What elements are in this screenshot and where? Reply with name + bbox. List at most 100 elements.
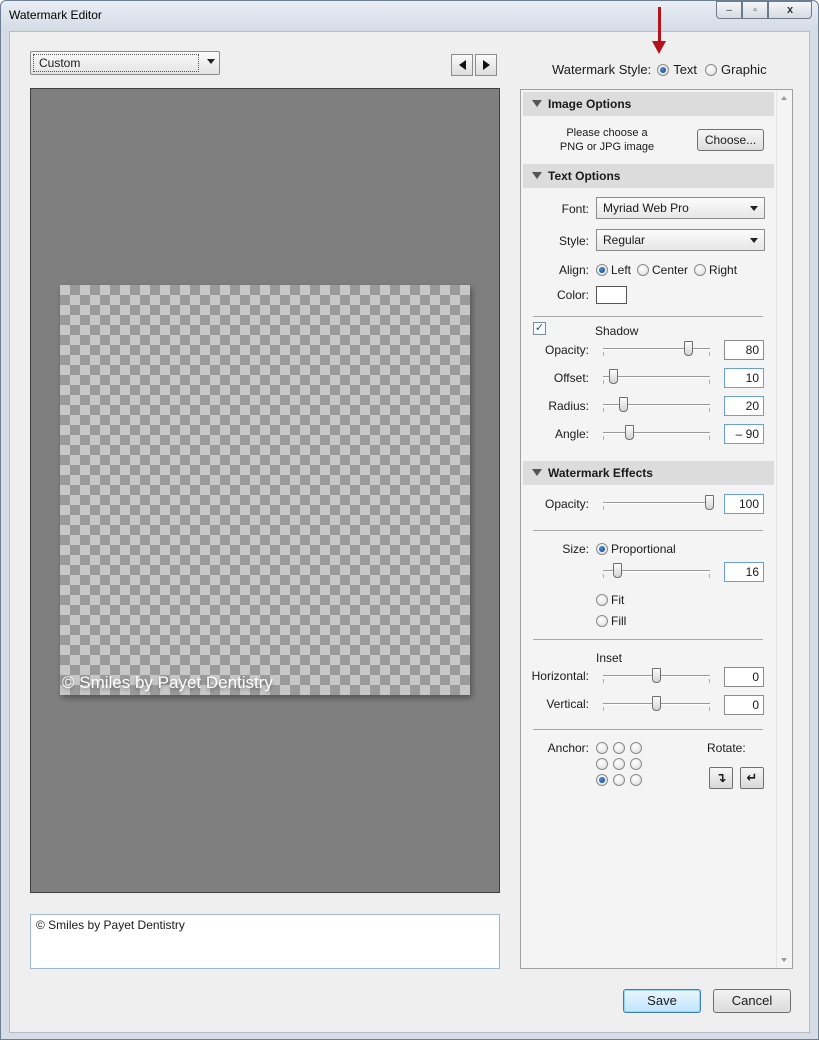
image-options-title: Image Options — [548, 97, 632, 111]
disclosure-triangle-icon — [532, 100, 542, 107]
slider-thumb[interactable] — [683, 341, 693, 356]
image-prompt-line2: PNG or JPG image — [559, 141, 655, 153]
slider-track — [603, 432, 710, 434]
slider-track — [603, 376, 710, 378]
inset-vertical-input[interactable]: 0 — [724, 695, 764, 715]
rotate-counterclockwise-icon: ↵ — [746, 770, 758, 785]
close-button[interactable]: x — [768, 1, 812, 19]
anchor-center-radio[interactable] — [613, 758, 625, 770]
preview-image: © Smiles by Payet Dentistry — [60, 285, 470, 695]
slider-track — [603, 502, 710, 504]
shadow-radius-input[interactable]: 20 — [724, 396, 764, 416]
preview-watermark-text: © Smiles by Payet Dentistry — [62, 673, 273, 692]
slider-thumb[interactable] — [651, 668, 661, 683]
previous-image-button[interactable] — [451, 54, 473, 76]
anchor-middle-left-radio[interactable] — [596, 758, 608, 770]
shadow-opacity-input[interactable]: 80 — [724, 340, 764, 360]
size-fit-option: Fit — [596, 593, 624, 607]
shadow-offset-slider[interactable] — [603, 369, 710, 385]
shadow-offset-input[interactable]: 10 — [724, 368, 764, 388]
cancel-button[interactable]: Cancel — [713, 989, 791, 1013]
next-image-button[interactable] — [475, 54, 497, 76]
rotate-counterclockwise-button[interactable]: ↵ — [740, 767, 764, 789]
window-controls: – ▫ x — [716, 1, 812, 19]
anchor-bottom-center-radio[interactable] — [613, 774, 625, 786]
options-panel: Image Options Please choose a PNG or JPG… — [520, 89, 793, 969]
size-slider[interactable] — [603, 563, 710, 579]
section-header-image-options[interactable]: Image Options — [523, 92, 774, 116]
slider-thumb[interactable] — [612, 563, 622, 578]
align-right-radio[interactable] — [694, 264, 707, 276]
chevron-down-icon — [750, 238, 758, 243]
shadow-offset-label: Offset: — [553, 371, 589, 385]
text-color-swatch[interactable] — [596, 286, 627, 304]
shadow-angle-slider[interactable] — [603, 425, 710, 441]
size-proportional-radio[interactable] — [596, 543, 608, 555]
divider — [533, 530, 763, 531]
panel-scrollbar[interactable] — [776, 90, 792, 968]
anchor-top-right-radio[interactable] — [630, 742, 642, 754]
section-header-text-options[interactable]: Text Options — [523, 164, 774, 188]
anchor-top-left-radio[interactable] — [596, 742, 608, 754]
shadow-checkbox[interactable]: ✓ — [533, 322, 546, 335]
style-dropdown[interactable]: Regular — [596, 229, 765, 251]
choose-image-button[interactable]: Choose... — [697, 129, 764, 151]
anchor-top-center-radio[interactable] — [613, 742, 625, 754]
slider-thumb[interactable] — [651, 696, 661, 711]
size-fit-radio[interactable] — [596, 594, 608, 606]
text-options-title: Text Options — [548, 169, 621, 183]
shadow-angle-input[interactable]: – 90 — [724, 424, 764, 444]
maximize-button[interactable]: ▫ — [742, 1, 768, 19]
effects-opacity-input[interactable]: 100 — [724, 494, 764, 514]
slider-thumb[interactable] — [608, 369, 618, 384]
size-input[interactable]: 16 — [724, 562, 764, 582]
size-fill-radio[interactable] — [596, 615, 608, 627]
chevron-down-icon — [750, 206, 758, 211]
section-header-watermark-effects[interactable]: Watermark Effects — [523, 461, 774, 485]
rotate-clockwise-button[interactable]: ↴ — [709, 767, 733, 789]
anchor-middle-right-radio[interactable] — [630, 758, 642, 770]
save-button[interactable]: Save — [623, 989, 701, 1013]
inset-label: Inset — [596, 651, 623, 665]
shadow-radius-slider[interactable] — [603, 397, 710, 413]
anchor-bottom-left-radio[interactable] — [596, 774, 608, 786]
inset-vertical-slider[interactable] — [603, 696, 710, 712]
image-prompt-line1: Please choose a — [566, 127, 648, 139]
minimize-icon: – — [726, 4, 732, 16]
close-icon: x — [786, 4, 794, 16]
slider-thumb[interactable] — [619, 397, 629, 412]
slider-thumb[interactable] — [624, 425, 634, 440]
triangle-left-icon — [458, 60, 466, 70]
align-center-radio[interactable] — [637, 264, 650, 276]
effects-opacity-slider[interactable] — [603, 495, 714, 511]
style-value: Regular — [603, 233, 646, 247]
scroll-down-icon[interactable] — [781, 958, 787, 962]
size-proportional-label: Proportional — [611, 542, 676, 556]
slider-thumb[interactable] — [705, 495, 714, 510]
disclosure-triangle-icon — [532, 469, 542, 476]
font-dropdown[interactable]: Myriad Web Pro — [596, 197, 765, 219]
size-fill-option: Fill — [596, 614, 626, 628]
slider-ticks — [603, 436, 710, 440]
align-group: Left Center Right — [596, 263, 737, 277]
shadow-label: Shadow — [595, 324, 639, 338]
inset-horizontal-input[interactable]: 0 — [724, 667, 764, 687]
align-left-radio[interactable] — [596, 264, 608, 276]
shadow-opacity-slider[interactable] — [603, 341, 710, 357]
watermark-style-text-radio[interactable] — [657, 63, 670, 76]
align-left-label: Left — [611, 263, 632, 277]
watermark-style-graphic-radio[interactable] — [705, 63, 718, 76]
font-label: Font: — [561, 202, 589, 216]
window-title: Watermark Editor — [9, 8, 102, 22]
watermark-style-label: Watermark Style: — [552, 62, 652, 77]
watermark-text-input[interactable]: © Smiles by Payet Dentistry — [30, 914, 500, 969]
inset-horizontal-slider[interactable] — [603, 668, 710, 684]
divider — [533, 316, 763, 317]
watermark-preview: © Smiles by Payet Dentistry — [30, 88, 500, 893]
scroll-up-icon[interactable] — [781, 96, 787, 100]
minimize-button[interactable]: – — [716, 1, 742, 19]
anchor-bottom-right-radio[interactable] — [630, 774, 642, 786]
watermark-style-group: Watermark Style: Text Graphic — [552, 62, 767, 77]
size-label: Size: — [562, 542, 589, 556]
preset-dropdown[interactable]: Custom — [30, 51, 220, 75]
